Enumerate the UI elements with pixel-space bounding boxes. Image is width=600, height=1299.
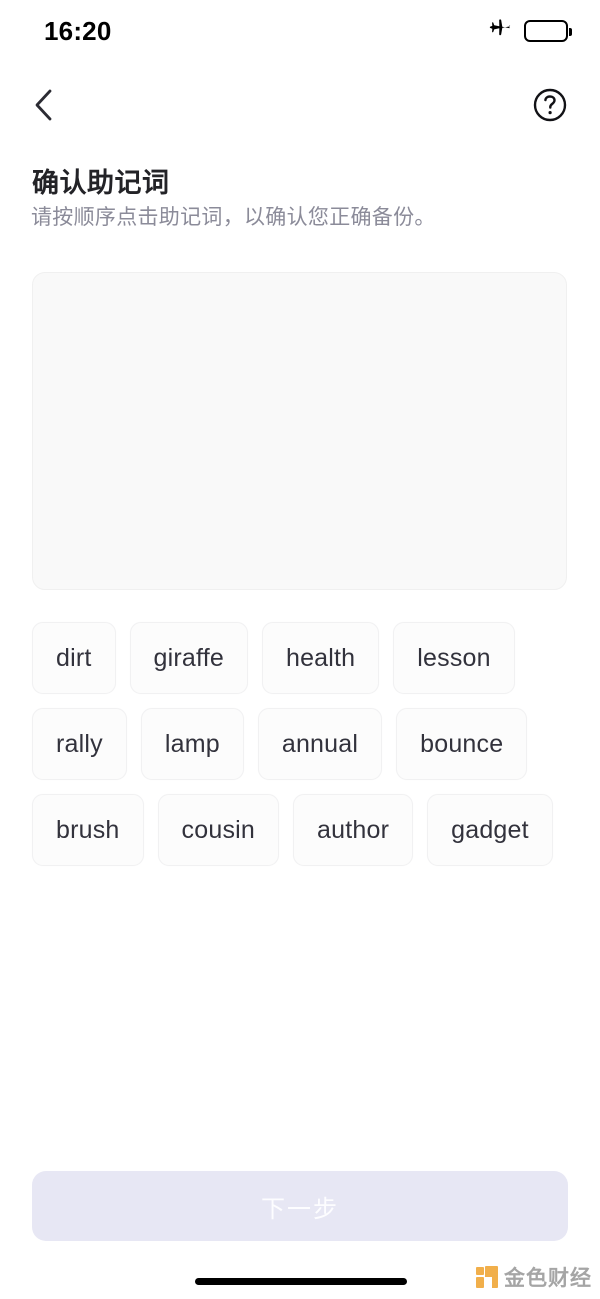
help-button[interactable] xyxy=(528,83,572,127)
word-chip[interactable]: lesson xyxy=(393,622,515,694)
status-bar-clock: 16:20 xyxy=(44,16,112,46)
word-chip[interactable]: lamp xyxy=(140,708,244,780)
selected-words-area[interactable] xyxy=(32,272,567,590)
word-chip-pool: dirt giraffe health lesson rally lamp annual bo… xyxy=(32,622,572,866)
airplane-mode-icon xyxy=(488,17,512,46)
watermark: 金色财经 xyxy=(476,1262,592,1292)
navigation-bar xyxy=(0,78,600,132)
back-button[interactable] xyxy=(22,83,66,127)
home-indicator xyxy=(195,1278,407,1285)
phone-screen: 16:20 确认助记词 请按顺序点击助记词，以确认您正确备份。 dirt gir… xyxy=(0,0,600,1299)
word-chip[interactable]: annual xyxy=(257,708,383,780)
word-chip[interactable]: bounce xyxy=(396,708,528,780)
next-button[interactable]: 下一步 xyxy=(32,1171,568,1241)
page-title: 确认助记词 xyxy=(32,168,170,198)
word-chip[interactable]: dirt xyxy=(32,622,116,694)
status-bar-indicators xyxy=(488,17,572,46)
word-chip[interactable]: giraffe xyxy=(129,622,248,694)
status-bar: 16:20 xyxy=(0,0,600,62)
page-subtitle: 请按顺序点击助记词，以确认您正确备份。 xyxy=(31,206,436,229)
question-mark-circle-icon xyxy=(533,88,567,122)
word-chip[interactable]: brush xyxy=(32,794,144,866)
word-chip[interactable]: health xyxy=(261,622,380,694)
jinse-logo-icon xyxy=(476,1266,498,1288)
battery-icon xyxy=(524,20,572,42)
word-chip[interactable]: author xyxy=(293,794,414,866)
watermark-text: 金色财经 xyxy=(504,1267,592,1290)
chevron-left-icon xyxy=(35,89,52,121)
word-chip[interactable]: cousin xyxy=(157,794,280,866)
word-chip[interactable]: rally xyxy=(32,708,127,780)
word-chip[interactable]: gadget xyxy=(427,794,553,866)
